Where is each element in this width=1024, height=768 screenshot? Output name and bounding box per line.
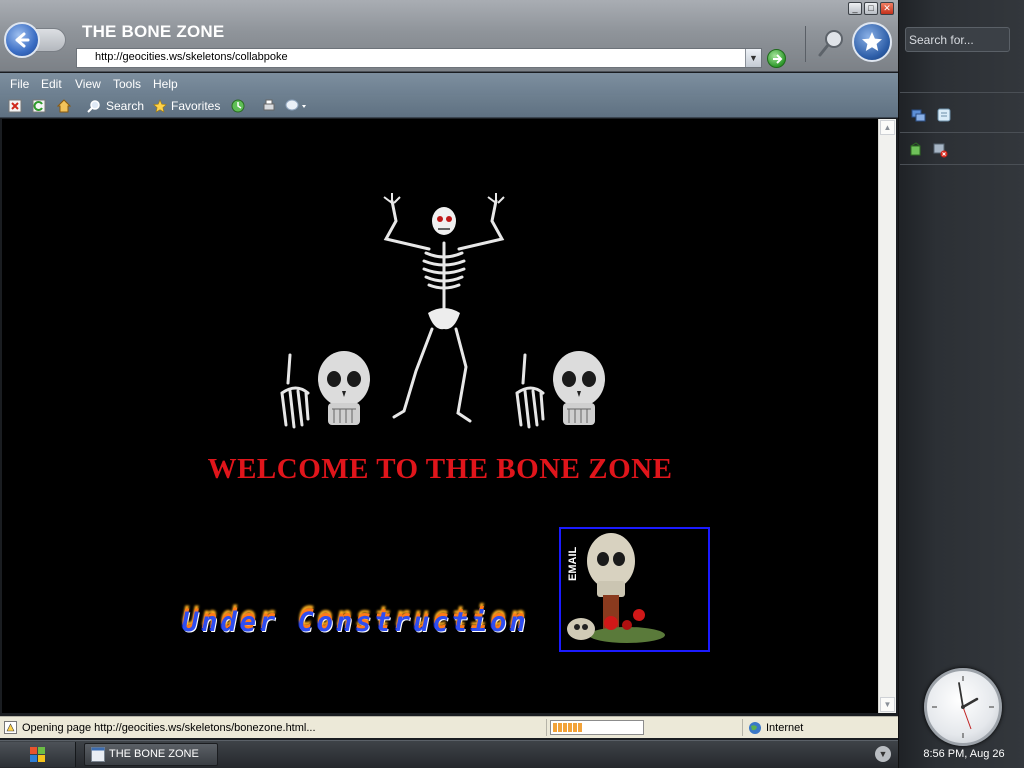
window-controls: _ □ ✕ bbox=[848, 2, 894, 15]
minimize-button[interactable]: _ bbox=[848, 2, 862, 15]
search-button[interactable]: Search bbox=[106, 99, 144, 113]
window-title: THE BONE ZONE bbox=[82, 22, 225, 41]
print-icon[interactable] bbox=[262, 99, 276, 113]
go-button[interactable] bbox=[767, 49, 786, 68]
status-bar: Opening page http://geocities.ws/skeleto… bbox=[0, 716, 898, 738]
toolbar: Search Favorites bbox=[0, 95, 898, 118]
history-icon[interactable] bbox=[231, 99, 245, 113]
skull-hand-image-left bbox=[280, 351, 370, 429]
divider bbox=[805, 26, 806, 62]
email-label: EMAIL bbox=[567, 546, 579, 581]
back-button[interactable] bbox=[4, 22, 40, 58]
progress-fill bbox=[553, 723, 582, 732]
search-icon[interactable] bbox=[816, 28, 846, 58]
close-button[interactable]: ✕ bbox=[880, 2, 894, 15]
divider bbox=[546, 719, 547, 736]
go-arrow-icon bbox=[772, 53, 782, 64]
menu-file[interactable]: File bbox=[10, 77, 29, 91]
notes-icon[interactable] bbox=[936, 107, 952, 123]
refresh-icon[interactable] bbox=[32, 99, 46, 113]
skull-hand-image-right bbox=[515, 351, 605, 429]
back-arrow-icon bbox=[15, 32, 30, 48]
favorites-star-button[interactable] bbox=[852, 22, 892, 62]
stop-icon[interactable] bbox=[8, 99, 22, 113]
page-content: WELCOME TO THE BONE ZONE Under Construct… bbox=[2, 119, 878, 713]
connection-icon[interactable] bbox=[908, 142, 924, 158]
divider bbox=[900, 92, 1024, 93]
menu-bar: File Edit View Tools Help bbox=[0, 73, 898, 95]
email-link-image[interactable]: EMAIL bbox=[559, 527, 710, 652]
chevron-down-icon[interactable]: ▼ bbox=[745, 49, 761, 67]
under-construction-text: Under Construction bbox=[182, 607, 529, 638]
windows-logo-icon bbox=[30, 747, 45, 762]
browser-window-icon bbox=[91, 747, 105, 762]
browser-window: THE BONE ZONE _ □ ✕ http://geocities.ws/… bbox=[0, 0, 898, 740]
taskbar-item-label: THE BONE ZONE bbox=[109, 748, 199, 760]
disconnected-network-icon[interactable] bbox=[932, 142, 948, 158]
analog-clock bbox=[924, 668, 1002, 746]
maximize-button[interactable]: □ bbox=[864, 2, 878, 15]
taskbar: THE BONE ZONE ▼ bbox=[0, 740, 898, 768]
favorites-icon[interactable] bbox=[153, 99, 167, 113]
divider bbox=[900, 132, 1024, 133]
messenger-icon[interactable] bbox=[285, 99, 307, 113]
dancing-skeleton-image bbox=[383, 193, 505, 423]
menu-help[interactable]: Help bbox=[153, 77, 178, 91]
status-text: Opening page http://geocities.ws/skeleto… bbox=[22, 722, 316, 734]
favorites-button[interactable]: Favorites bbox=[171, 99, 220, 113]
sidebar-search-placeholder[interactable]: Search for... bbox=[909, 33, 974, 47]
globe-icon bbox=[749, 722, 761, 734]
network-icon[interactable] bbox=[910, 107, 926, 123]
title-bar: THE BONE ZONE _ □ ✕ http://geocities.ws/… bbox=[0, 0, 898, 72]
address-bar[interactable]: http://geocities.ws/skeletons/collabpoke… bbox=[76, 48, 762, 68]
progress-bar bbox=[550, 720, 644, 735]
start-button[interactable] bbox=[0, 742, 76, 767]
clock-time-label: 8:56 PM, Aug 26 bbox=[923, 748, 1005, 760]
under-construction-banner: Under Construction bbox=[180, 595, 550, 647]
clock-face-icon bbox=[932, 676, 994, 738]
sidebar-search-box[interactable]: Search for... bbox=[905, 27, 1010, 52]
skull-roses-image bbox=[567, 533, 665, 643]
taskbar-item-browser[interactable]: THE BONE ZONE bbox=[84, 743, 218, 766]
scroll-down-button[interactable]: ▼ bbox=[880, 697, 895, 712]
page-loading-icon bbox=[4, 721, 17, 734]
welcome-heading: WELCOME TO THE BONE ZONE bbox=[207, 453, 673, 485]
divider bbox=[742, 719, 743, 736]
star-icon bbox=[862, 32, 882, 51]
show-more-chevron-icon[interactable]: ▼ bbox=[875, 746, 891, 762]
menu-view[interactable]: View bbox=[75, 77, 101, 91]
home-icon[interactable] bbox=[57, 99, 71, 113]
menu-edit[interactable]: Edit bbox=[41, 77, 62, 91]
vertical-scrollbar[interactable]: ▲ ▼ bbox=[878, 119, 896, 713]
address-input[interactable]: http://geocities.ws/skeletons/collabpoke bbox=[95, 51, 288, 63]
menu-tools[interactable]: Tools bbox=[113, 77, 141, 91]
security-zone-label: Internet bbox=[766, 722, 804, 734]
divider bbox=[900, 164, 1024, 165]
search-toolbar-icon[interactable] bbox=[87, 99, 101, 113]
scroll-up-button[interactable]: ▲ bbox=[880, 120, 895, 135]
